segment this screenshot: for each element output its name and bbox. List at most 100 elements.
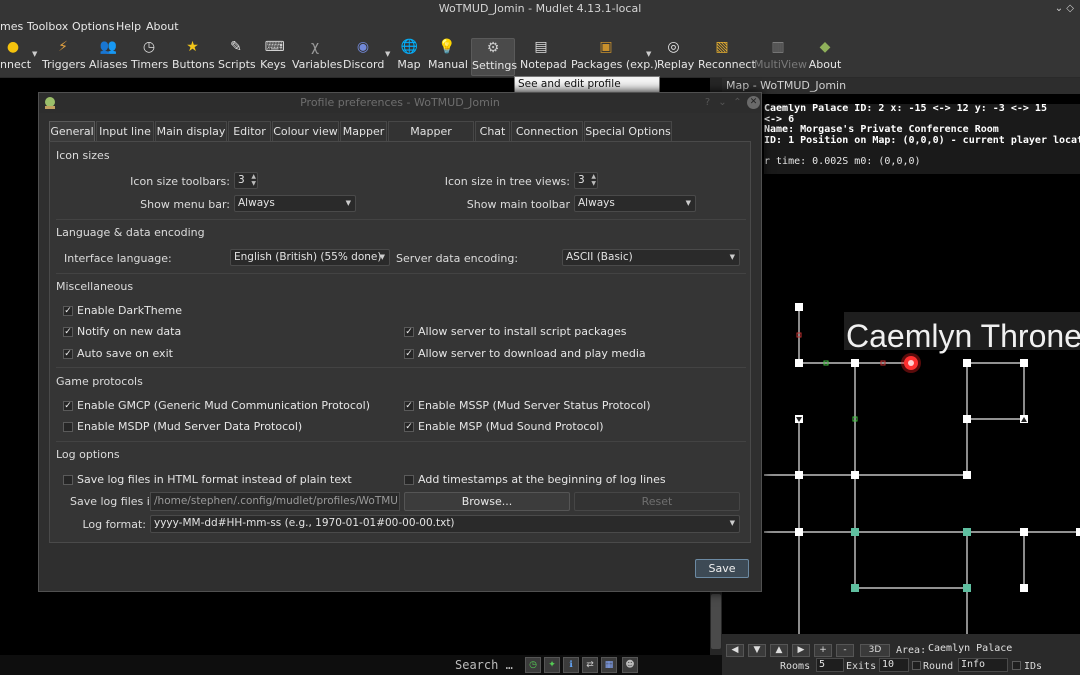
timestamp-icon[interactable]: ◷	[525, 657, 541, 673]
map-up-button[interactable]: ▲	[770, 644, 788, 657]
tab-colour-view[interactable]: Colour view	[272, 121, 339, 141]
tab-input-line[interactable]: Input line	[96, 121, 154, 141]
triggers-button[interactable]: ⚡ Triggers	[42, 38, 86, 76]
help-icon[interactable]: ?	[701, 96, 714, 109]
msdp-checkbox[interactable]	[63, 422, 73, 432]
map-room[interactable]	[963, 528, 971, 536]
emergency-stop-icon[interactable]: ▦	[601, 657, 617, 673]
map-canvas[interactable]: Caemlyn Throne	[764, 174, 1080, 634]
map-3d-button[interactable]: 3D	[860, 644, 890, 657]
gmcp-checkbox[interactable]: ✓	[63, 401, 73, 411]
command-search[interactable]: Search …	[455, 656, 523, 674]
map-room[interactable]	[851, 584, 859, 592]
discord-button[interactable]: ◉ Discord	[343, 38, 384, 76]
map-room[interactable]	[851, 359, 859, 367]
info-icon[interactable]: ℹ	[563, 657, 579, 673]
map-room[interactable]	[963, 415, 971, 423]
tab-main-display[interactable]: Main display	[155, 121, 227, 141]
notify-checkbox[interactable]: ✓	[63, 327, 73, 337]
menu-options[interactable]: Options	[72, 18, 114, 36]
map-zoom-out-button[interactable]: -	[836, 644, 854, 657]
map-room[interactable]	[795, 528, 803, 536]
ids-checkbox[interactable]	[1012, 661, 1021, 670]
spin-arrows-icon[interactable]: ▲ ▼	[591, 173, 596, 187]
log-path-input[interactable]: /home/stephen/.config/mudlet/profiles/Wo…	[150, 492, 400, 511]
map-left-button[interactable]: ◀	[726, 644, 744, 657]
notepad-button[interactable]: ▤ Notepad	[520, 38, 567, 76]
menu-about[interactable]: About	[146, 18, 179, 36]
tab-chat[interactable]: Chat	[475, 121, 510, 141]
tab-general[interactable]: General	[49, 121, 95, 142]
autosave-checkbox[interactable]: ✓	[63, 349, 73, 359]
map-room[interactable]	[1020, 359, 1028, 367]
reconnect-button[interactable]: ▧ Reconnect	[698, 38, 756, 76]
browse-button[interactable]: Browse...	[404, 492, 570, 511]
aliases-button[interactable]: 👥 Aliases	[89, 38, 128, 76]
map-room[interactable]	[963, 584, 971, 592]
info-dropdown[interactable]: Info	[958, 658, 1008, 672]
map-zoom-in-button[interactable]: +	[814, 644, 832, 657]
log-format-select[interactable]: yyyy-MM-dd#HH-mm-ss (e.g., 1970-01-01#00…	[150, 515, 740, 533]
icon-size-toolbars-spinbox[interactable]: 3 ▲ ▼	[234, 172, 258, 189]
map-room[interactable]	[795, 303, 803, 311]
record-icon[interactable]: ✦	[544, 657, 560, 673]
exits-spinbox[interactable]: 10	[879, 658, 909, 672]
mssp-checkbox[interactable]: ✓	[404, 401, 414, 411]
reset-button[interactable]: Reset	[574, 492, 740, 511]
rooms-spinbox[interactable]: 5	[816, 658, 844, 672]
about-button[interactable]: ◆ About	[808, 38, 842, 76]
link-icon[interactable]: ⇄	[582, 657, 598, 673]
map-room[interactable]	[851, 528, 859, 536]
timestamps-checkbox[interactable]	[404, 475, 414, 485]
tab-connection[interactable]: Connection	[511, 121, 583, 141]
map-room[interactable]	[963, 359, 971, 367]
map-right-button[interactable]: ▶	[792, 644, 810, 657]
timers-button[interactable]: ◷ Timers	[131, 38, 168, 76]
server-encoding-select[interactable]: ASCII (Basic) ▼	[562, 249, 740, 266]
map-room[interactable]	[963, 471, 971, 479]
tab-mapper-colours[interactable]: Mapper colours	[388, 121, 474, 157]
spin-arrows-icon[interactable]: ▲ ▼	[251, 173, 256, 187]
multiview-button[interactable]: ▥ MultiView	[754, 38, 807, 76]
allow-install-checkbox[interactable]: ✓	[404, 327, 414, 337]
buttons-button[interactable]: ★ Buttons	[172, 38, 215, 76]
allow-media-checkbox[interactable]: ✓	[404, 349, 414, 359]
avatar-icon[interactable]: ☻	[622, 657, 638, 673]
area-select[interactable]: Caemlyn Palace	[926, 643, 1076, 657]
packages-dropdown-icon[interactable]: ▼	[646, 50, 652, 58]
show-menu-bar-select[interactable]: Always ▼	[234, 195, 356, 212]
menu-games[interactable]: mes	[0, 18, 23, 36]
map-room[interactable]	[795, 359, 803, 367]
menu-help[interactable]: Help	[116, 18, 141, 36]
round-checkbox[interactable]	[912, 661, 921, 670]
map-room[interactable]	[1020, 528, 1028, 536]
tab-special-options[interactable]: Special Options	[584, 121, 672, 141]
save-button[interactable]: Save	[695, 559, 749, 578]
connect-dropdown-icon[interactable]: ▼	[32, 50, 38, 58]
maximize-icon[interactable]: ⌃	[731, 96, 744, 109]
minimize-icon[interactable]: ⌄	[716, 96, 729, 109]
scripts-button[interactable]: ✎ Scripts	[218, 38, 256, 76]
replay-button[interactable]: ◎ Replay	[657, 38, 694, 76]
settings-button[interactable]: ⚙ Settings	[471, 38, 517, 76]
icon-size-tree-spinbox[interactable]: 3 ▲ ▼	[574, 172, 598, 189]
variables-button[interactable]: χ Variables	[292, 38, 342, 76]
map-room[interactable]	[1076, 528, 1080, 536]
keys-button[interactable]: ⌨ Keys	[259, 38, 287, 76]
map-room[interactable]	[795, 471, 803, 479]
packages-button[interactable]: ▣ Packages (exp.)	[571, 38, 658, 76]
map-down-button[interactable]: ▼	[748, 644, 766, 657]
tab-mapper[interactable]: Mapper	[340, 121, 387, 141]
msp-checkbox[interactable]: ✓	[404, 422, 414, 432]
chevron-down-icon[interactable]: ⌄ ◇	[1048, 0, 1074, 18]
dark-theme-checkbox[interactable]: ✓	[63, 306, 73, 316]
map-button[interactable]: 🌐 Map	[396, 38, 422, 76]
manual-button[interactable]: 💡 Manual	[428, 38, 468, 76]
map-room[interactable]	[851, 471, 859, 479]
map-room[interactable]	[1020, 584, 1028, 592]
show-main-toolbar-select[interactable]: Always ▼	[574, 195, 696, 212]
discord-dropdown-icon[interactable]: ▼	[385, 50, 391, 58]
html-log-checkbox[interactable]	[63, 475, 73, 485]
menu-toolbox[interactable]: Toolbox	[27, 18, 68, 36]
interface-language-select[interactable]: English (British) (55% done) ▼	[230, 249, 390, 266]
